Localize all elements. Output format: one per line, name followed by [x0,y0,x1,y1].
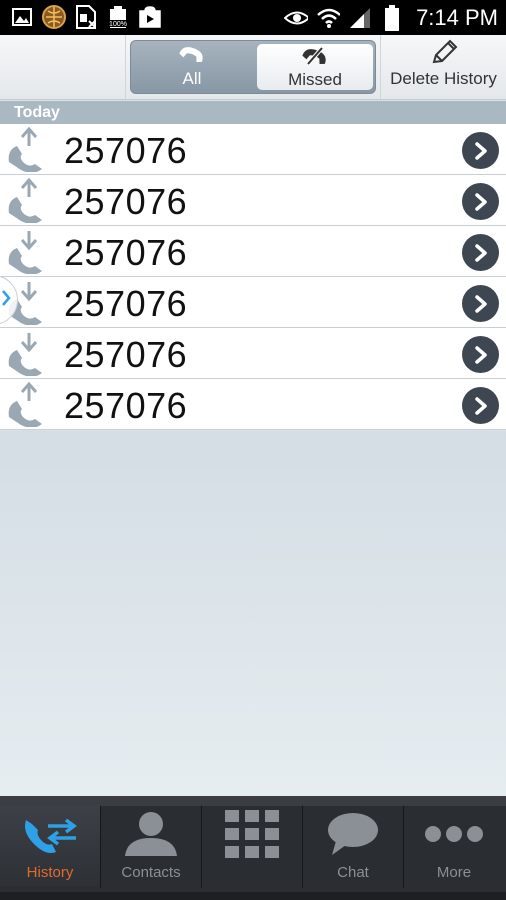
filter-all-button[interactable]: All [131,41,253,93]
tab-dialpad[interactable] [202,806,302,886]
contacts-icon [101,806,201,862]
call-row[interactable]: 257076 [0,379,506,430]
call-row[interactable]: 257076 [0,277,506,328]
call-number: 257076 [64,283,188,324]
history-icon [0,806,100,862]
call-number: 257076 [64,334,188,375]
more-icon [404,806,504,862]
call-row[interactable]: 257076 [0,175,506,226]
tab-bar-top-edge [0,796,506,806]
gallery-icon [10,5,34,29]
svg-text:100%: 100% [109,21,127,28]
toolbar-spacer [0,35,126,99]
call-details-button[interactable] [462,234,499,271]
battery-icon [380,4,404,31]
call-number: 257076 [64,130,188,171]
battery-full-icon: 100% [106,5,130,29]
outgoing-call-icon [5,381,53,428]
tab-chat-label: Chat [337,864,369,881]
pencil-icon [381,35,506,65]
call-row[interactable]: 257076 [0,226,506,277]
nav-bar-edge [0,892,506,900]
tab-history-label: History [26,864,74,881]
sim-card-icon [74,5,98,29]
section-header: Today [0,101,506,124]
status-time: 7:14 PM [416,4,498,30]
call-details-button[interactable] [462,183,499,220]
play-store-icon [138,5,162,29]
filter-missed-label: Missed [288,70,342,89]
call-details-button[interactable] [462,387,499,424]
call-number: 257076 [64,232,188,273]
call-details-button[interactable] [462,132,499,169]
empty-list-area [0,431,506,796]
call-number: 257076 [64,181,188,222]
tab-more-label: More [436,864,472,881]
incoming-call-icon [5,330,53,377]
status-bar: 100% 7:14 PM [0,0,506,35]
chat-icon [303,806,403,862]
tab-contacts-label: Contacts [121,864,181,881]
tab-chat[interactable]: Chat [303,806,403,886]
outgoing-call-icon [5,177,53,224]
tab-contacts[interactable]: Contacts [101,806,201,886]
call-details-button[interactable] [462,336,499,373]
toolbar: All Missed Delete History [0,35,506,100]
delete-history-button[interactable]: Delete History [380,35,506,99]
call-number: 257076 [64,385,188,426]
signal-icon [348,6,372,30]
filter-missed-button[interactable]: Missed [257,44,373,90]
chevron-right-icon [1,288,11,313]
call-row[interactable]: 257076 [0,124,506,175]
filter-segment: All Missed [130,40,376,94]
wifi-icon [316,6,341,30]
app-globe-icon [42,5,66,29]
tab-more[interactable]: More [404,806,504,886]
dialpad-icon [202,806,302,862]
bottom-tab-bar: History Contacts Chat More [0,796,506,900]
phone-icon [131,41,253,67]
delete-history-label: Delete History [390,69,497,88]
tab-history[interactable]: History [0,806,100,886]
call-details-button[interactable] [462,285,499,322]
incoming-call-icon [5,228,53,275]
filter-all-label: All [182,69,202,88]
call-row[interactable]: 257076 [0,328,506,379]
missed-call-icon [257,44,373,70]
call-history-list: 257076 257076 257076 257076 257076 25707… [0,124,506,430]
eye-icon [284,6,309,30]
outgoing-call-icon [5,126,53,173]
